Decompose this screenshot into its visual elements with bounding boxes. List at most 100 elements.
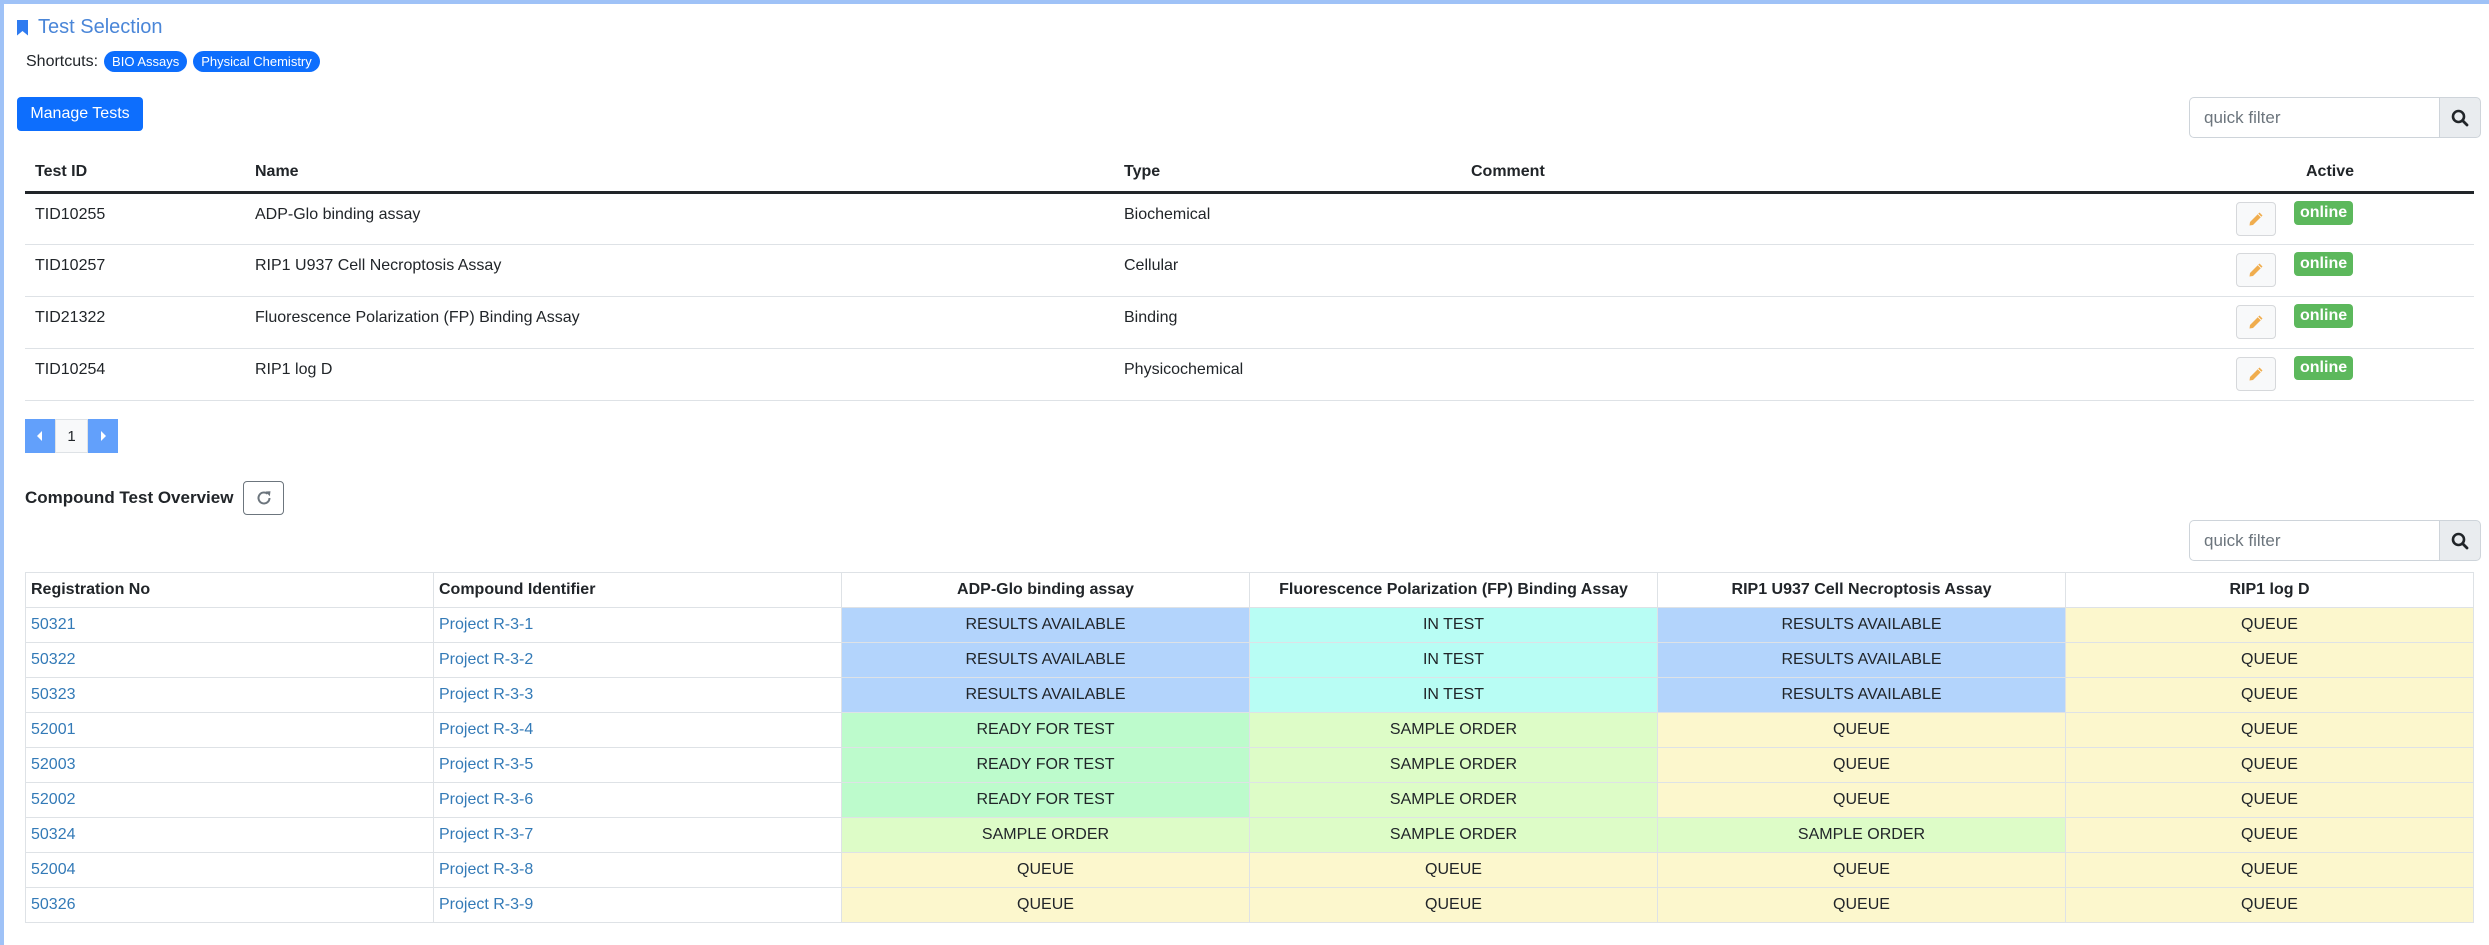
page-number[interactable]: 1 <box>55 419 88 453</box>
registration-link[interactable]: 52001 <box>25 712 434 748</box>
compound-identifier-link[interactable]: Project R-3-6 <box>433 782 842 818</box>
test-status-cell[interactable]: IN TEST <box>1249 642 1658 678</box>
compound-identifier-link[interactable]: Project R-3-7 <box>433 817 842 853</box>
col-comment[interactable]: Comment <box>1461 154 2214 194</box>
test-comment <box>1461 348 2214 401</box>
test-status-cell[interactable]: SAMPLE ORDER <box>1657 817 2066 853</box>
col-rip1-u937[interactable]: RIP1 U937 Cell Necroptosis Assay <box>1657 572 2066 608</box>
shortcut-physical-chemistry[interactable]: Physical Chemistry <box>193 51 320 72</box>
test-status-cell[interactable]: QUEUE <box>2065 887 2474 923</box>
test-status-cell[interactable]: QUEUE <box>1249 852 1658 888</box>
test-status-cell[interactable]: RESULTS AVAILABLE <box>1657 607 2066 643</box>
col-rip1-logd[interactable]: RIP1 log D <box>2065 572 2474 608</box>
test-status-cell[interactable]: IN TEST <box>1249 677 1658 713</box>
compound-identifier-link[interactable]: Project R-3-8 <box>433 852 842 888</box>
pencil-icon <box>2249 263 2263 276</box>
overview-quick-filter-input[interactable] <box>2189 520 2439 561</box>
col-test-id[interactable]: Test ID <box>25 154 245 194</box>
registration-link[interactable]: 50324 <box>25 817 434 853</box>
test-status-cell[interactable]: QUEUE <box>841 852 1250 888</box>
col-fp-binding[interactable]: Fluorescence Polarization (FP) Binding A… <box>1249 572 1658 608</box>
test-status-cell[interactable]: SAMPLE ORDER <box>1249 782 1658 818</box>
test-status-cell[interactable]: QUEUE <box>2065 782 2474 818</box>
compound-identifier-link[interactable]: Project R-3-1 <box>433 607 842 643</box>
registration-link[interactable]: 50326 <box>25 887 434 923</box>
search-icon <box>2451 109 2469 126</box>
search-icon <box>2451 532 2469 549</box>
overview-search-button[interactable] <box>2439 520 2481 561</box>
compound-row: 50324 Project R-3-7 SAMPLE ORDER SAMPLE ORD… <box>25 817 2474 853</box>
edit-test-button[interactable] <box>2236 304 2276 339</box>
test-type: Biochemical <box>1114 192 1461 245</box>
edit-test-button[interactable] <box>2236 201 2276 236</box>
prev-page-button[interactable] <box>25 419 55 453</box>
test-status-cell[interactable]: READY FOR TEST <box>841 712 1250 748</box>
test-status-cell[interactable]: QUEUE <box>2065 677 2474 713</box>
edit-test-button[interactable] <box>2236 252 2276 287</box>
test-status-cell[interactable]: QUEUE <box>2065 852 2474 888</box>
status-badge: online <box>2294 355 2354 380</box>
registration-link[interactable]: 50323 <box>25 677 434 713</box>
col-compound-identifier[interactable]: Compound Identifier <box>433 572 842 608</box>
col-type[interactable]: Type <box>1114 154 1461 194</box>
test-status-cell[interactable]: QUEUE <box>2065 747 2474 783</box>
tests-quick-filter-input[interactable] <box>2189 97 2439 138</box>
test-status-cell[interactable]: QUEUE <box>1657 712 2066 748</box>
registration-link[interactable]: 52004 <box>25 852 434 888</box>
test-row[interactable]: TID10257 RIP1 U937 Cell Necroptosis Assay… <box>25 244 2474 297</box>
test-status-cell[interactable]: RESULTS AVAILABLE <box>841 607 1250 643</box>
refresh-button[interactable] <box>243 481 285 515</box>
test-status-cell[interactable]: QUEUE <box>841 887 1250 923</box>
test-name: RIP1 U937 Cell Necroptosis Assay <box>245 244 1114 297</box>
compound-identifier-link[interactable]: Project R-3-2 <box>433 642 842 678</box>
test-status-cell[interactable]: QUEUE <box>2065 817 2474 853</box>
test-status-cell[interactable]: QUEUE <box>1657 747 2066 783</box>
overview-quick-filter <box>2189 520 2481 561</box>
test-status-cell[interactable]: QUEUE <box>1657 887 2066 923</box>
tests-search-button[interactable] <box>2439 97 2481 138</box>
test-row[interactable]: TID21322 Fluorescence Polarization (FP) B… <box>25 296 2474 349</box>
test-status-cell[interactable]: QUEUE <box>1657 782 2066 818</box>
test-status-cell[interactable]: RESULTS AVAILABLE <box>841 677 1250 713</box>
compound-identifier-link[interactable]: Project R-3-9 <box>433 887 842 923</box>
test-status-cell[interactable]: RESULTS AVAILABLE <box>841 642 1250 678</box>
compound-identifier-link[interactable]: Project R-3-3 <box>433 677 842 713</box>
compound-identifier-link[interactable]: Project R-3-4 <box>433 712 842 748</box>
test-status-cell[interactable]: QUEUE <box>2065 607 2474 643</box>
compound-overview-table: Registration No Compound Identifier ADP-… <box>25 572 2474 923</box>
compound-identifier-link[interactable]: Project R-3-5 <box>433 747 842 783</box>
shortcut-bio-assays[interactable]: BIO Assays <box>104 51 188 72</box>
next-page-button[interactable] <box>88 419 118 453</box>
test-status-cell[interactable]: SAMPLE ORDER <box>1249 817 1658 853</box>
test-status-cell[interactable]: READY FOR TEST <box>841 747 1250 783</box>
test-status-cell[interactable]: SAMPLE ORDER <box>841 817 1250 853</box>
registration-link[interactable]: 52002 <box>25 782 434 818</box>
test-row[interactable]: TID10254 RIP1 log D Physicochemical online <box>25 348 2474 401</box>
test-id: TID21322 <box>25 296 245 349</box>
manage-tests-button[interactable]: Manage Tests <box>17 97 143 131</box>
test-type: Cellular <box>1114 244 1461 297</box>
test-status-cell[interactable]: QUEUE <box>2065 642 2474 678</box>
col-active[interactable]: Active <box>2214 154 2474 194</box>
registration-link[interactable]: 52003 <box>25 747 434 783</box>
test-status-cell[interactable]: QUEUE <box>1657 852 2066 888</box>
test-row[interactable]: TID10255 ADP-Glo binding assay Biochemical… <box>25 192 2474 245</box>
caret-right-icon <box>101 431 106 441</box>
test-status-cell[interactable]: READY FOR TEST <box>841 782 1250 818</box>
test-status-cell[interactable]: QUEUE <box>2065 712 2474 748</box>
registration-link[interactable]: 50322 <box>25 642 434 678</box>
status-badge: online <box>2294 303 2354 328</box>
test-status-cell[interactable]: SAMPLE ORDER <box>1249 747 1658 783</box>
col-registration-no[interactable]: Registration No <box>25 572 434 608</box>
test-status-cell[interactable]: QUEUE <box>1249 887 1658 923</box>
test-status-cell[interactable]: RESULTS AVAILABLE <box>1657 677 2066 713</box>
test-status-cell[interactable]: RESULTS AVAILABLE <box>1657 642 2066 678</box>
col-name[interactable]: Name <box>245 154 1114 194</box>
test-status-cell[interactable]: SAMPLE ORDER <box>1249 712 1658 748</box>
registration-link[interactable]: 50321 <box>25 607 434 643</box>
col-adp-glo[interactable]: ADP-Glo binding assay <box>841 572 1250 608</box>
overview-header-row: Registration No Compound Identifier ADP-… <box>25 572 2474 608</box>
edit-test-button[interactable] <box>2236 356 2276 391</box>
caret-left-icon <box>37 431 42 441</box>
test-status-cell[interactable]: IN TEST <box>1249 607 1658 643</box>
